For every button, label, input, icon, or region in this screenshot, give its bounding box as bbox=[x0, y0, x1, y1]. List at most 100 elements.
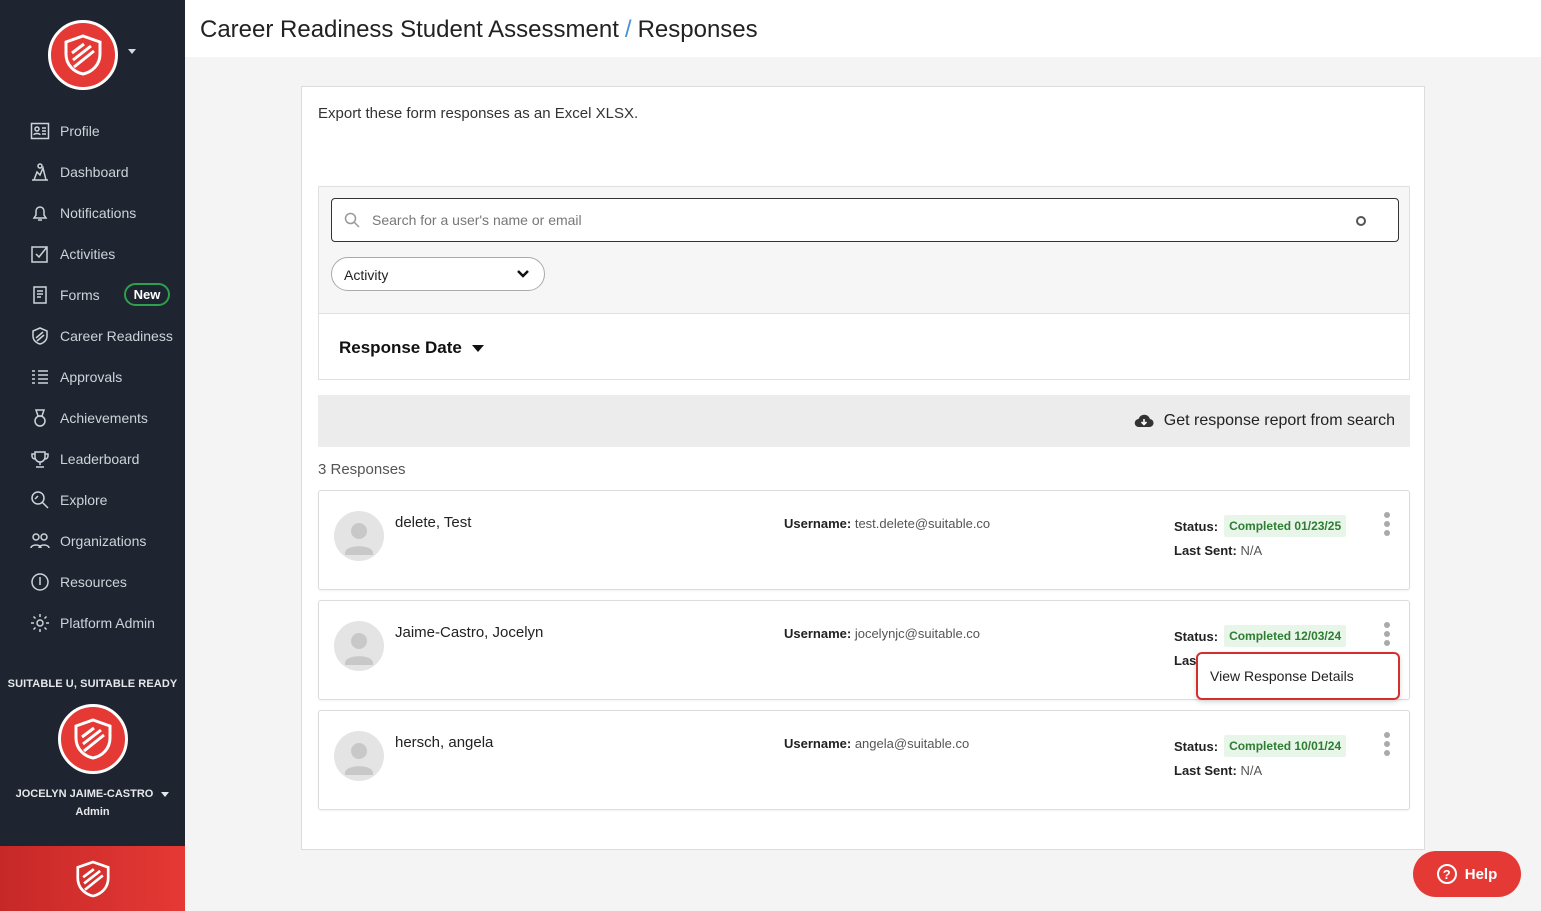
sidebar-item-label: Achievements bbox=[60, 409, 148, 426]
last-sent-field: Las bbox=[1174, 653, 1196, 668]
question-icon: ? bbox=[1436, 864, 1457, 884]
sidebar-item-forms[interactable]: Forms New bbox=[0, 274, 185, 315]
sidebar-item-achievements[interactable]: Achievements bbox=[0, 397, 185, 438]
status-badge: Completed 01/23/25 bbox=[1224, 515, 1347, 537]
sidebar-item-career-readiness[interactable]: Career Readiness bbox=[0, 315, 185, 356]
more-options-icon[interactable] bbox=[1383, 732, 1391, 756]
view-response-details-menu-item[interactable]: View Response Details bbox=[1210, 668, 1354, 684]
breadcrumb-current: Responses bbox=[637, 16, 758, 43]
sidebar-item-approvals[interactable]: Approvals bbox=[0, 356, 185, 397]
help-button[interactable]: ? Help bbox=[1413, 851, 1521, 897]
checkbox-icon bbox=[30, 244, 50, 264]
last-sent-label: Last Sent: bbox=[1174, 763, 1237, 778]
trophy-icon bbox=[30, 449, 50, 469]
sidebar-item-label: Approvals bbox=[60, 368, 123, 385]
sidebar-item-leaderboard[interactable]: Leaderboard bbox=[0, 438, 185, 479]
status-field: Status: Completed 10/01/24 bbox=[1174, 735, 1347, 757]
sidebar-item-label: Profile bbox=[60, 122, 100, 139]
user-silhouette-icon bbox=[345, 523, 373, 555]
last-sent-field: Last Sent: N/A bbox=[1174, 543, 1262, 558]
status-field: Status: Completed 12/03/24 bbox=[1174, 625, 1347, 647]
bottom-brand-bar[interactable] bbox=[0, 846, 185, 911]
sidebar-item-label: Platform Admin bbox=[60, 614, 155, 631]
sidebar-item-label: Notifications bbox=[60, 204, 137, 221]
username-value: test.delete@suitable.co bbox=[854, 516, 991, 531]
people-icon bbox=[30, 531, 50, 551]
sidebar-item-notifications[interactable]: Notifications bbox=[0, 192, 185, 233]
status-label: Status: bbox=[1174, 628, 1219, 644]
export-link[interactable]: Export these form responses as an Excel … bbox=[318, 105, 638, 122]
search-explore-icon bbox=[30, 490, 50, 510]
new-badge: New bbox=[123, 283, 171, 306]
medal-icon bbox=[30, 408, 50, 428]
username-field: Username: angela@suitable.co bbox=[784, 736, 969, 751]
last-sent-value: N/A bbox=[1240, 543, 1263, 558]
search-icon bbox=[344, 212, 360, 228]
user-menu[interactable]: JOCELYN JAIME-CASTRO bbox=[0, 788, 185, 800]
report-bar: Get response report from search bbox=[318, 395, 1410, 447]
username-value: jocelynjc@suitable.co bbox=[854, 626, 981, 641]
filter-panel: Activity bbox=[318, 186, 1410, 313]
chevron-down-icon bbox=[517, 270, 529, 278]
sort-label: Response Date bbox=[339, 338, 462, 357]
clear-search-icon[interactable] bbox=[1356, 216, 1366, 226]
sidebar-item-resources[interactable]: Resources bbox=[0, 561, 185, 602]
sidebar-item-activities[interactable]: Activities bbox=[0, 233, 185, 274]
activity-dropdown-value: Activity bbox=[344, 267, 389, 283]
sidebar-item-platform-admin[interactable]: Platform Admin bbox=[0, 602, 185, 643]
responses-card: Export these form responses as an Excel … bbox=[301, 86, 1425, 850]
response-count: 3 Responses bbox=[318, 461, 406, 478]
username-field: Username: test.delete@suitable.co bbox=[784, 516, 990, 531]
organization-logo[interactable] bbox=[58, 704, 128, 774]
dashboard-icon bbox=[30, 162, 50, 182]
breadcrumb-separator: / bbox=[624, 16, 632, 43]
cloud-download-icon bbox=[1134, 414, 1154, 428]
last-sent-field: Last Sent: N/A bbox=[1174, 763, 1262, 778]
username-label: Username: bbox=[784, 736, 852, 751]
shield-logo-icon bbox=[64, 34, 102, 76]
sidebar-item-label: Resources bbox=[60, 573, 127, 590]
sidebar-item-organizations[interactable]: Organizations bbox=[0, 520, 185, 561]
status-label: Status: bbox=[1174, 518, 1219, 534]
more-options-icon[interactable] bbox=[1383, 622, 1391, 646]
search-input[interactable] bbox=[372, 209, 1352, 231]
sidebar-item-label: Leaderboard bbox=[60, 450, 140, 467]
response-row: hersch, angela Username: angela@suitable… bbox=[318, 710, 1410, 810]
more-options-icon[interactable] bbox=[1383, 512, 1391, 536]
sidebar: Profile Dashboard Notifications Activiti… bbox=[0, 0, 185, 911]
last-sent-label: Last Sent: bbox=[1174, 543, 1237, 558]
status-field: Status: Completed 01/23/25 bbox=[1174, 515, 1347, 537]
get-report-button[interactable]: Get response report from search bbox=[1134, 412, 1395, 430]
form-title[interactable]: Career Readiness Student Assessment bbox=[200, 16, 619, 43]
user-silhouette-icon bbox=[345, 743, 373, 775]
sidebar-item-label: Organizations bbox=[60, 532, 147, 549]
status-badge: Completed 12/03/24 bbox=[1224, 625, 1347, 647]
username-label: Username: bbox=[784, 516, 852, 531]
sidebar-item-dashboard[interactable]: Dashboard bbox=[0, 151, 185, 192]
sidebar-item-label: Explore bbox=[60, 491, 108, 508]
brand-menu-caret-icon[interactable] bbox=[128, 49, 136, 54]
sidebar-item-profile[interactable]: Profile bbox=[0, 110, 185, 151]
form-icon bbox=[30, 285, 50, 305]
search-box bbox=[331, 198, 1399, 242]
info-circle-icon bbox=[30, 572, 50, 592]
last-sent-value: N/A bbox=[1240, 763, 1263, 778]
gear-icon bbox=[30, 613, 50, 633]
shield-icon bbox=[30, 326, 50, 346]
respondent-name: Jaime-Castro, Jocelyn bbox=[395, 624, 544, 641]
activity-dropdown[interactable]: Activity bbox=[331, 257, 545, 291]
status-badge: Completed 10/01/24 bbox=[1224, 735, 1347, 757]
username-value: angela@suitable.co bbox=[854, 736, 970, 751]
sidebar-item-label: Forms bbox=[60, 286, 100, 303]
username-label: Username: bbox=[784, 626, 852, 641]
brand-logo[interactable] bbox=[48, 20, 118, 90]
bell-icon bbox=[30, 203, 50, 223]
respondent-name: hersch, angela bbox=[395, 734, 494, 751]
sidebar-item-explore[interactable]: Explore bbox=[0, 479, 185, 520]
caret-down-icon bbox=[161, 791, 170, 797]
avatar bbox=[334, 731, 384, 781]
sidebar-item-label: Activities bbox=[60, 245, 116, 262]
sort-response-date[interactable]: Response Date bbox=[339, 338, 484, 358]
user-name: JOCELYN JAIME-CASTRO bbox=[15, 788, 154, 800]
shield-logo-icon bbox=[74, 718, 112, 760]
